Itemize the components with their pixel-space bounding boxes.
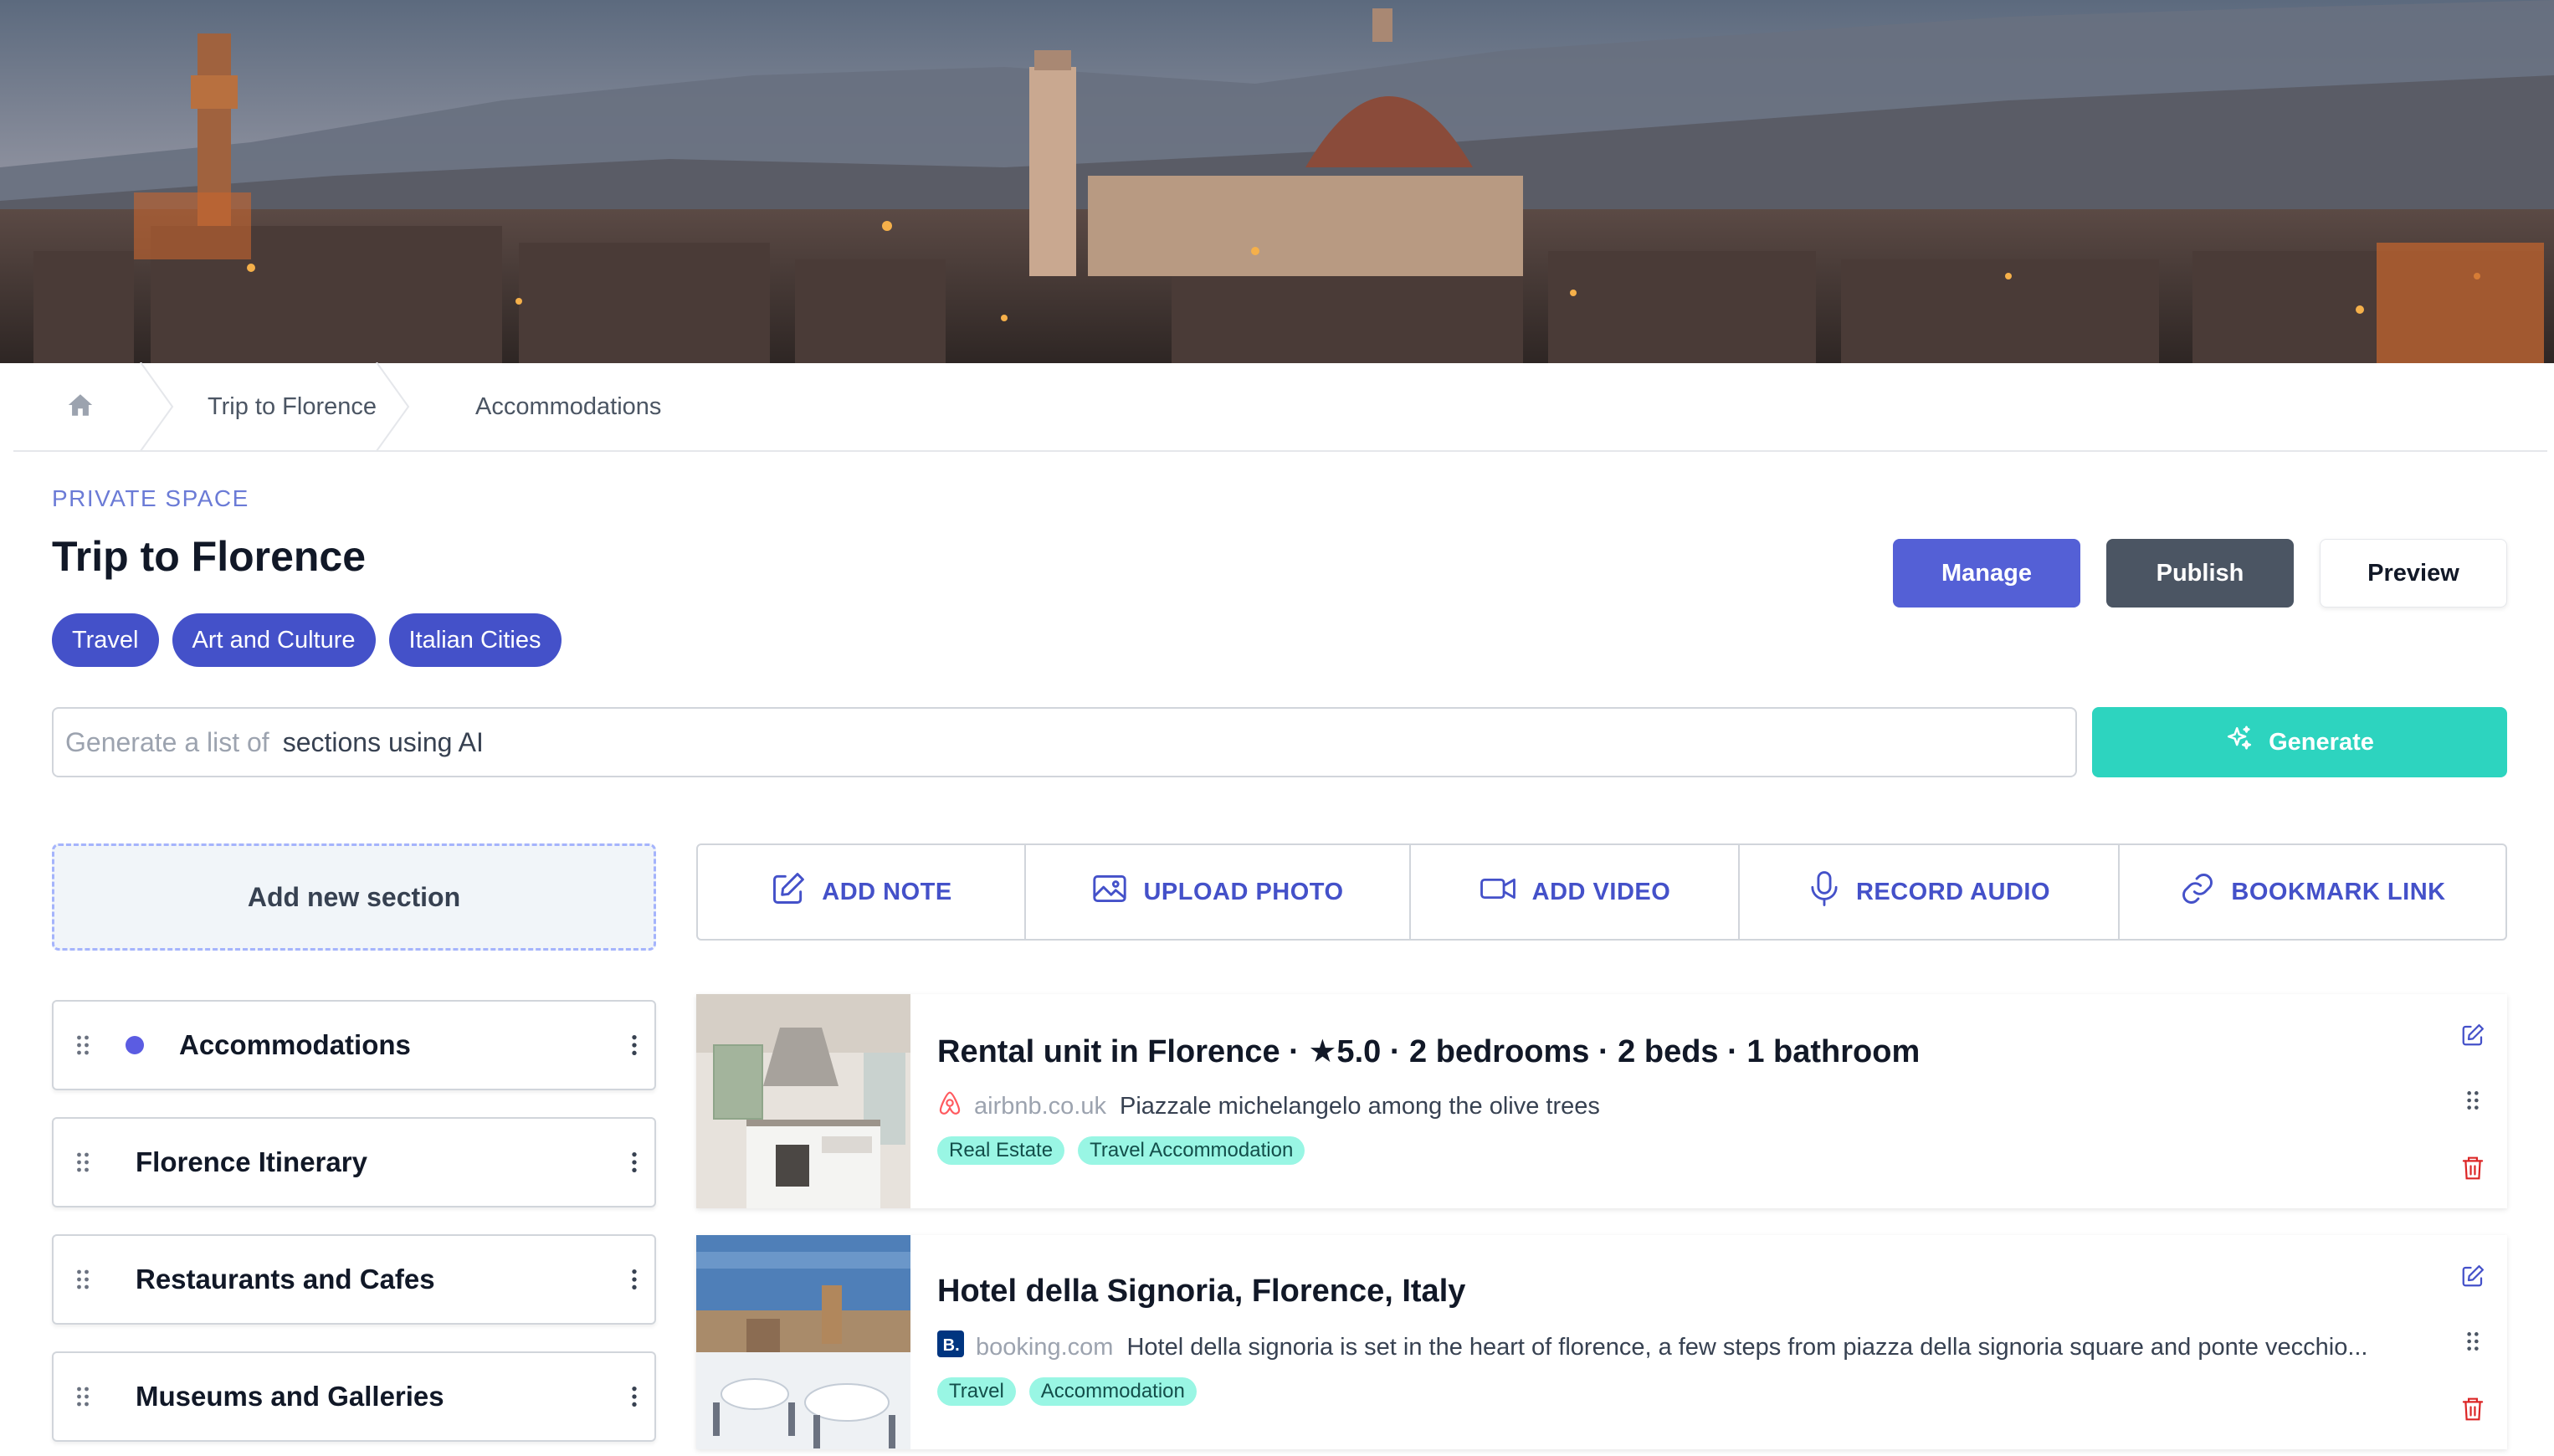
more-options-icon[interactable] — [614, 1150, 654, 1175]
card-domain[interactable]: airbnb.co.uk — [974, 1093, 1106, 1120]
hero-banner-image — [0, 0, 2554, 363]
add-new-section-button[interactable]: Add new section — [52, 843, 656, 951]
record-audio-button[interactable]: RECORD AUDIO — [1740, 845, 2120, 939]
upload-photo-button[interactable]: UPLOAD PHOTO — [1026, 845, 1411, 939]
breadcrumb-label: Trip to Florence — [208, 392, 377, 420]
edit-note-icon — [770, 870, 807, 914]
ai-input-value: sections using AI — [282, 726, 484, 757]
drag-handle-icon[interactable] — [54, 1033, 112, 1057]
card-actions — [2449, 1235, 2507, 1449]
edit-icon[interactable] — [2460, 1264, 2485, 1293]
card-tag[interactable]: Accommodation — [1028, 1377, 1197, 1406]
card-description: Hotel della signoria is set in the heart… — [1126, 1333, 2368, 1361]
ai-generate-input[interactable]: Generate a list of sections using AI — [52, 707, 2077, 777]
drag-handle-icon[interactable] — [54, 1151, 112, 1174]
breadcrumb: Trip to Florence Accommodations — [13, 362, 2547, 452]
breadcrumb-item-trip[interactable]: Trip to Florence — [147, 362, 415, 451]
card-title[interactable]: Rental unit in Florence · ★5.0 · 2 bedro… — [937, 1033, 1920, 1070]
add-video-button[interactable]: ADD VIDEO — [1411, 845, 1740, 939]
link-icon — [2179, 870, 2216, 914]
bookmark-card[interactable]: Hotel della Signoria, Florence, Italy B.… — [696, 1235, 2507, 1449]
generate-label: Generate — [2269, 728, 2374, 756]
card-tag[interactable]: Travel — [937, 1377, 1016, 1406]
upload-photo-label: UPLOAD PHOTO — [1143, 878, 1344, 905]
video-icon — [1479, 872, 1517, 912]
card-description: Piazzale michelangelo among the olive tr… — [1120, 1092, 1600, 1120]
booking-logo-icon: B. — [937, 1330, 964, 1364]
ai-input-prefix: Generate a list of — [65, 726, 269, 757]
content-toolbar: ADD NOTE UPLOAD PHOTO ADD VIDEO RECORD A… — [696, 843, 2507, 941]
image-icon — [1091, 872, 1128, 912]
section-item-accommodations[interactable]: Accommodations — [52, 1000, 656, 1090]
sparkles-icon — [2225, 725, 2254, 760]
more-options-icon[interactable] — [614, 1033, 654, 1058]
card-meta: airbnb.co.uk Piazzale michelangelo among… — [937, 1089, 1600, 1123]
section-item-museums-and-galleries[interactable]: Museums and Galleries — [52, 1351, 656, 1442]
section-item-restaurants-and-cafes[interactable]: Restaurants and Cafes — [52, 1234, 656, 1325]
section-item-florence-itinerary[interactable]: Florence Itinerary — [52, 1117, 656, 1207]
tag-list: Travel Art and Culture Italian Cities — [52, 613, 562, 667]
bookmark-link-label: BOOKMARK LINK — [2231, 878, 2446, 905]
microphone-icon — [1808, 869, 1841, 915]
section-label: Florence Itinerary — [136, 1146, 367, 1177]
more-options-icon[interactable] — [614, 1384, 654, 1409]
card-meta: B. booking.com Hotel della signoria is s… — [937, 1330, 2368, 1364]
card-body: Hotel della Signoria, Florence, Italy B.… — [910, 1235, 2507, 1449]
manage-button[interactable]: Manage — [1893, 539, 2080, 608]
breadcrumb-item-accommodations[interactable]: Accommodations — [415, 362, 661, 451]
card-tag-list: Travel Accommodation — [937, 1377, 1197, 1406]
record-audio-label: RECORD AUDIO — [1855, 878, 2051, 905]
section-label: Accommodations — [179, 1029, 411, 1060]
drag-handle-icon[interactable] — [54, 1385, 112, 1408]
tag-travel[interactable]: Travel — [52, 613, 159, 667]
section-label: Museums and Galleries — [136, 1381, 444, 1412]
card-title[interactable]: Hotel della Signoria, Florence, Italy — [937, 1274, 1465, 1310]
publish-button[interactable]: Publish — [2106, 539, 2294, 608]
tag-italian-cities[interactable]: Italian Cities — [388, 613, 562, 667]
drag-handle-icon[interactable] — [54, 1268, 112, 1291]
preview-button[interactable]: Preview — [2320, 539, 2507, 608]
trash-icon[interactable] — [2460, 1155, 2485, 1186]
airbnb-logo-icon — [937, 1089, 962, 1123]
breadcrumb-label: Accommodations — [475, 392, 662, 420]
bookmark-link-button[interactable]: BOOKMARK LINK — [2120, 845, 2505, 939]
card-thumbnail-image — [696, 1235, 910, 1449]
card-tag[interactable]: Travel Accommodation — [1078, 1136, 1305, 1165]
breadcrumb-separator-icon — [376, 362, 410, 451]
card-thumbnail-image — [696, 994, 910, 1208]
card-actions — [2449, 994, 2507, 1208]
page-title: Trip to Florence — [52, 533, 367, 580]
trash-icon[interactable] — [2460, 1396, 2485, 1427]
card-domain[interactable]: booking.com — [976, 1334, 1113, 1361]
space-visibility-label: PRIVATE SPACE — [52, 485, 249, 511]
active-section-indicator — [126, 1036, 144, 1054]
section-label: Restaurants and Cafes — [136, 1264, 435, 1295]
card-body: Rental unit in Florence · ★5.0 · 2 bedro… — [910, 994, 2507, 1208]
edit-icon[interactable] — [2460, 1023, 2485, 1052]
breadcrumb-home[interactable] — [13, 362, 174, 451]
svg-text:B.: B. — [943, 1336, 960, 1355]
card-tag-list: Real Estate Travel Accommodation — [937, 1136, 1305, 1165]
bookmark-card[interactable]: Rental unit in Florence · ★5.0 · 2 bedro… — [696, 994, 2507, 1208]
more-options-icon[interactable] — [614, 1267, 654, 1292]
add-note-button[interactable]: ADD NOTE — [698, 845, 1026, 939]
drag-handle-icon[interactable] — [2465, 1089, 2480, 1115]
generate-button[interactable]: Generate — [2092, 707, 2507, 777]
add-note-label: ADD NOTE — [822, 878, 952, 905]
card-tag[interactable]: Real Estate — [937, 1136, 1065, 1165]
home-icon — [66, 392, 95, 423]
add-video-label: ADD VIDEO — [1531, 878, 1671, 905]
drag-handle-icon[interactable] — [2465, 1330, 2480, 1356]
tag-art-and-culture[interactable]: Art and Culture — [172, 613, 376, 667]
